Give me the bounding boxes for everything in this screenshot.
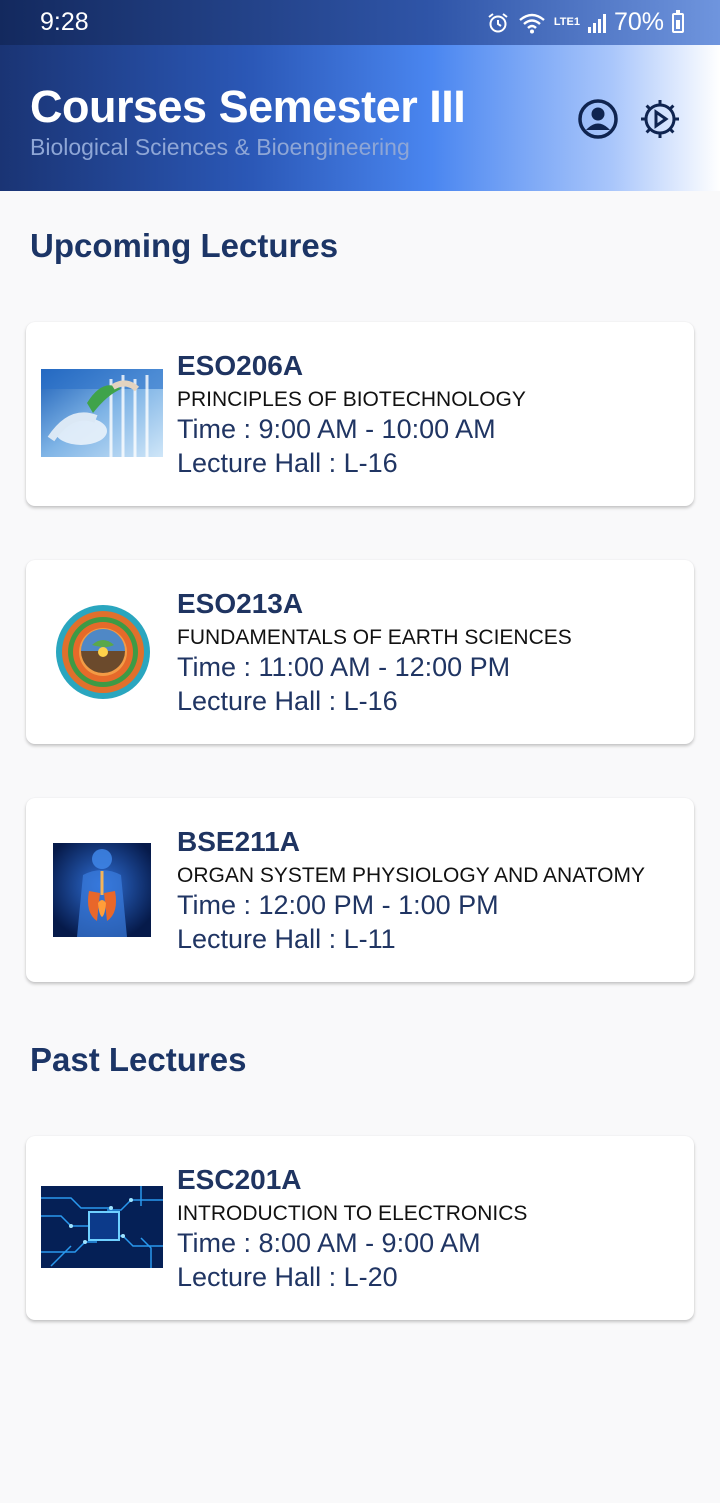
- course-code: BSE211A: [177, 826, 300, 857]
- course-hall: Lecture Hall : L-11: [177, 924, 396, 954]
- status-icons: LTE1 70%: [486, 8, 684, 37]
- page-subtitle: Biological Sciences & Bioengineering: [30, 134, 410, 160]
- battery-icon: [672, 9, 684, 33]
- status-time: 9:28: [40, 8, 89, 36]
- course-code: ESO213A: [177, 588, 304, 619]
- course-code: ESC201A: [177, 1164, 302, 1195]
- settings-icon[interactable]: [638, 97, 682, 141]
- course-time: Time : 8:00 AM - 9:00 AM: [177, 1228, 481, 1258]
- course-time: Time : 9:00 AM - 10:00 AM: [177, 414, 496, 444]
- wifi-icon: [519, 13, 545, 33]
- course-card-esc201a[interactable]: ESC201A INTRODUCTION TO ELECTRONICS Time…: [26, 1136, 694, 1320]
- course-time: Time : 11:00 AM - 12:00 PM: [177, 652, 511, 682]
- course-name: ORGAN SYSTEM PHYSIOLOGY AND ANATOMY: [177, 864, 645, 887]
- biotechnology-image: [41, 369, 163, 457]
- course-name: FUNDAMENTALS OF EARTH SCIENCES: [177, 626, 572, 649]
- course-name: INTRODUCTION TO ELECTRONICS: [177, 1202, 528, 1225]
- circuit-board-image: [41, 1186, 163, 1268]
- course-hall: Lecture Hall : L-16: [177, 448, 398, 478]
- course-card-eso206a[interactable]: ESO206A PRINCIPLES OF BIOTECHNOLOGY Time…: [26, 322, 694, 506]
- course-card-eso213a[interactable]: ESO213A FUNDAMENTALS OF EARTH SCIENCES T…: [26, 560, 694, 744]
- course-code: ESO206A: [177, 350, 304, 381]
- battery-percent: 70%: [613, 8, 664, 36]
- profile-icon[interactable]: [576, 97, 620, 141]
- course-hall: Lecture Hall : L-16: [177, 686, 398, 716]
- course-name: PRINCIPLES OF BIOTECHNOLOGY: [177, 388, 526, 411]
- course-time: Time : 12:00 PM - 1:00 PM: [177, 890, 499, 920]
- page-title: Courses Semester III: [30, 81, 466, 132]
- network-label: LTE1: [553, 16, 580, 28]
- anatomy-image: [53, 843, 151, 937]
- course-card-bse211a[interactable]: BSE211A ORGAN SYSTEM PHYSIOLOGY AND ANAT…: [26, 798, 694, 982]
- status-bar: 9:28 LTE1 70%: [0, 0, 720, 45]
- section-title-past: Past Lectures: [30, 1041, 247, 1078]
- alarm-icon: [488, 12, 508, 32]
- section-title-upcoming: Upcoming Lectures: [30, 227, 339, 264]
- earth-layers-image: [56, 605, 150, 699]
- course-hall: Lecture Hall : L-20: [177, 1262, 398, 1292]
- app-header: Courses Semester III Biological Sciences…: [0, 45, 720, 191]
- signal-icon: [587, 13, 606, 33]
